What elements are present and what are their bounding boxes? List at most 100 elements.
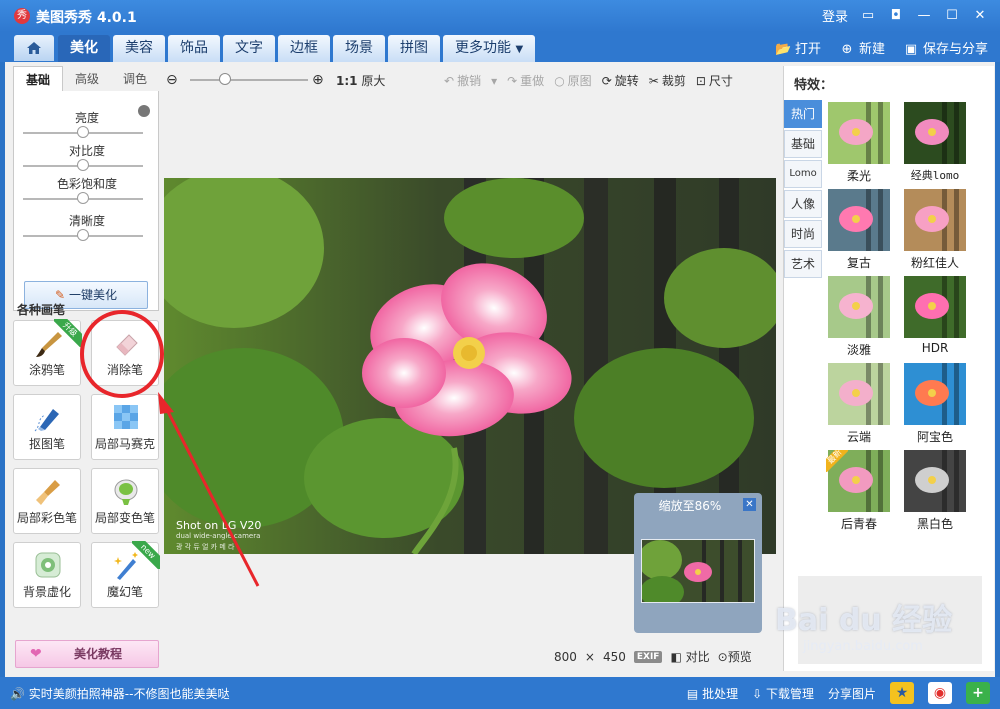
tab-color-grading[interactable]: 调色 [111,66,159,91]
menu-bar: 美化 美容 饰品 文字 边框 场景 拼图 更多功能 ▼ 📂 打开 ⊕ 新建 ▣ 保存与… [0,32,1000,62]
preview-button[interactable]: ⊙预览 [718,648,752,665]
effect-cloud[interactable]: 云端 [826,363,892,447]
minimize-icon[interactable]: — [916,8,932,24]
left-panel: 基础 高级 调色 亮度 对比度 色彩饱和度 清晰度 ✎ 一键美化 各种画笔 升级… [5,66,160,671]
effect-abao[interactable]: 阿宝色 [902,363,968,447]
compare-button[interactable]: ◧ 对比 [670,648,709,665]
sharpness-slider-row: 清晰度 [14,212,160,241]
app-logo-icon: 秀 [14,8,30,24]
effect-label: 复古 [846,256,871,270]
effect-label: 阿宝色 [916,430,953,444]
weibo-icon[interactable]: ◉ [928,682,952,704]
open-button[interactable]: 📂 打开 [775,38,821,57]
skin-menu-icon[interactable]: ◘ [888,8,904,24]
local-color-brush-button[interactable]: 局部彩色笔 [13,468,81,534]
fx-tab-hot[interactable]: 热门 [784,100,822,128]
download-icon: ⇩ [752,686,763,701]
tab-basic[interactable]: 基础 [13,66,63,91]
zoom-navigator: 缩放至86% ✕ [634,493,762,633]
brightness-slider-row: 亮度 [14,109,160,138]
status-message[interactable]: 🔊 实时美颜拍照神器--不修图也能美美哒 [10,685,229,702]
effect-youth[interactable]: 后青春 最新 [826,450,892,534]
original-image-button[interactable]: ○ 原图 [554,72,592,89]
preview-icon: ⊙ [717,650,728,664]
sharpness-label: 清晰度 [68,214,105,228]
effect-retro[interactable]: 复古 [826,189,892,273]
tab-collage[interactable]: 拼图 [388,35,440,62]
eraser-brush-button[interactable]: 消除笔 [91,320,159,386]
zoom-slider-knob[interactable] [219,73,232,85]
share-button[interactable]: 分享图片 [828,685,876,702]
close-icon[interactable]: ✕ [743,498,756,511]
cutout-pen-button[interactable]: 抠图笔 [13,394,81,460]
close-icon[interactable]: ✕ [972,8,988,24]
sharpness-slider-knob[interactable] [77,229,89,241]
fx-tab-art[interactable]: 艺术 [784,250,822,278]
batch-button[interactable]: ▤ 批处理 [687,685,738,702]
paint-bucket-icon [114,479,138,505]
redo-button[interactable]: ↷ 重做 [507,72,544,89]
fx-tab-lomo[interactable]: Lomo [784,160,822,188]
fx-tab-basic[interactable]: 基础 [784,130,822,158]
menu-tabs: 美化 美容 饰品 文字 边框 场景 拼图 更多功能 ▼ [58,35,536,62]
compare-label: 对比 [685,650,710,664]
baidu-watermark: Bai du 经验 jingyan.baidu.com [775,595,952,654]
tab-beautify[interactable]: 美化 [58,35,110,62]
download-button[interactable]: ⇩ 下载管理 [752,685,814,702]
fx-tab-portrait[interactable]: 人像 [784,190,822,218]
fx-tab-fashion[interactable]: 时尚 [784,220,822,248]
original-size-ratio: 1:1 [336,74,358,88]
canvas-toolbar: ⊖ ⊕ 1:1 原大 ↶ 撤销 ▾ ↷ 重做 ○ 原图 ⟳ 旋转 ✂ 裁剪 ⊡ 尺寸 [164,66,776,94]
effect-hdr[interactable]: HDR [902,276,968,360]
contrast-slider-knob[interactable] [77,159,89,171]
zoom-out-icon[interactable]: ⊖ [166,72,178,88]
tab-advanced[interactable]: 高级 [63,66,111,91]
zoom-in-icon[interactable]: ⊕ [312,72,324,88]
new-label: 新建 [858,42,885,57]
size-button[interactable]: ⊡ 尺寸 [696,72,733,89]
menu-actions: 📂 打开 ⊕ 新建 ▣ 保存与分享 [775,38,988,57]
local-mosaic-label: 局部马赛克 [94,437,155,451]
effect-pink[interactable]: 粉红佳人 [902,189,968,273]
graffiti-brush-button[interactable]: 升级 涂鸦笔 [13,319,82,386]
maximize-icon[interactable]: ☐ [944,8,960,24]
home-button[interactable] [14,35,54,61]
local-recolor-button[interactable]: 局部变色笔 [91,468,159,534]
tab-scene[interactable]: 场景 [333,35,385,62]
login-link[interactable]: 登录 [822,6,848,25]
star-icon[interactable]: ★ [890,682,914,704]
title-bar-controls: 登录 ▭ ◘ — ☐ ✕ [822,6,988,26]
undo-button[interactable]: ↶ 撤销 [444,72,481,89]
plus-icon[interactable]: + [966,682,990,704]
zoom-navigator-thumbnail[interactable] [641,539,755,603]
effect-lomo[interactable]: 经典lomo [902,102,968,186]
saturation-slider-knob[interactable] [77,192,89,204]
magic-brush-button[interactable]: new 魔幻笔 [91,541,160,608]
new-button[interactable]: ⊕ 新建 [839,38,885,57]
exif-badge[interactable]: EXIF [633,650,663,663]
save-share-button[interactable]: ▣ 保存与分享 [903,38,988,57]
brightness-slider-knob[interactable] [77,126,89,138]
effect-bw[interactable]: 黑白色 [902,450,968,534]
tab-text[interactable]: 文字 [223,35,275,62]
effect-thumbnail [904,450,966,512]
effect-preview-image [828,363,890,425]
effect-light[interactable]: 淡雅 [826,276,892,360]
local-mosaic-button[interactable]: 局部马赛克 [91,394,159,460]
effect-soft[interactable]: 柔光 [826,102,892,186]
effect-preview-image [904,102,966,164]
rotate-button[interactable]: ⟳ 旋转 [602,72,639,89]
background-blur-button[interactable]: 背景虚化 [13,542,81,608]
effects-tabs: 热门 基础 Lomo 人像 时尚 艺术 [784,100,822,280]
original-size-button[interactable]: 1:1 原大 [336,72,385,89]
undo-icon: ↶ [444,74,455,88]
tab-more[interactable]: 更多功能 ▼ [443,35,536,62]
tab-frame[interactable]: 边框 [278,35,330,62]
undo-dropdown-icon[interactable]: ▾ [491,74,497,88]
zoom-slider-track[interactable] [190,79,308,81]
feedback-icon[interactable]: ▭ [860,8,876,24]
tab-beauty[interactable]: 美容 [113,35,165,62]
tutorial-button[interactable]: ❤ 美化教程 [15,640,159,668]
tab-accessories[interactable]: 饰品 [168,35,220,62]
crop-button[interactable]: ✂ 裁剪 [649,72,686,89]
